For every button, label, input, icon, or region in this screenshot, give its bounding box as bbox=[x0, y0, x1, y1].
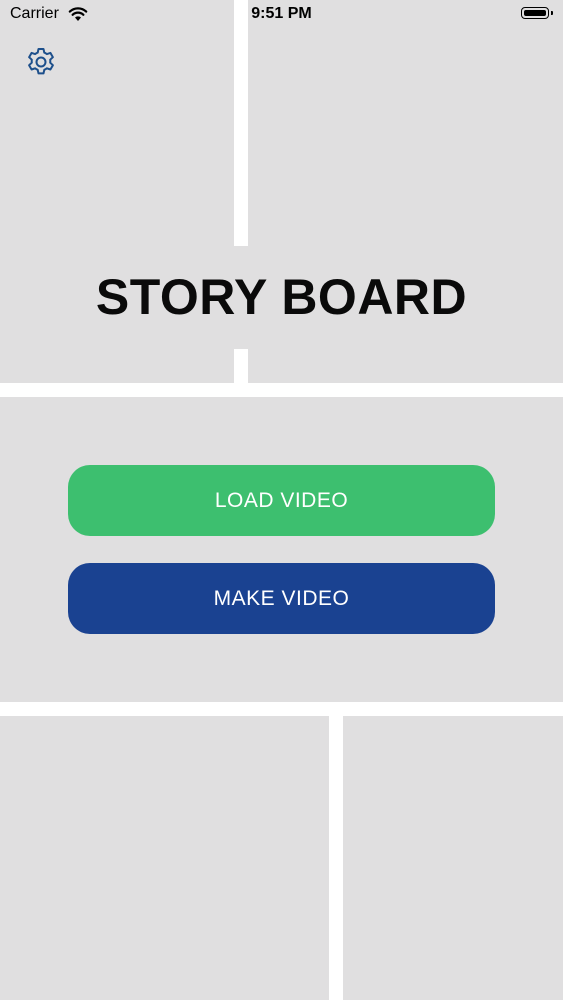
storyboard-panel-bottom-left bbox=[0, 716, 329, 1000]
storyboard-panel-bottom-right bbox=[343, 716, 563, 1000]
storyboard-panel-middle bbox=[0, 397, 563, 702]
load-video-button[interactable]: LOAD VIDEO bbox=[68, 465, 495, 536]
gear-icon[interactable] bbox=[25, 46, 57, 78]
load-video-label: LOAD VIDEO bbox=[214, 488, 349, 512]
clock: 9:51 PM bbox=[251, 5, 312, 22]
battery-icon bbox=[521, 7, 553, 19]
storyboard-panel-mid-left bbox=[0, 349, 234, 383]
make-video-label: MAKE VIDEO bbox=[213, 586, 350, 610]
make-video-button[interactable]: MAKE VIDEO bbox=[68, 563, 495, 634]
storyboard-panel-top-left bbox=[0, 0, 234, 246]
status-bar: Carrier 9:51 PM bbox=[0, 0, 563, 30]
page-title: STORY BOARD bbox=[95, 269, 468, 325]
